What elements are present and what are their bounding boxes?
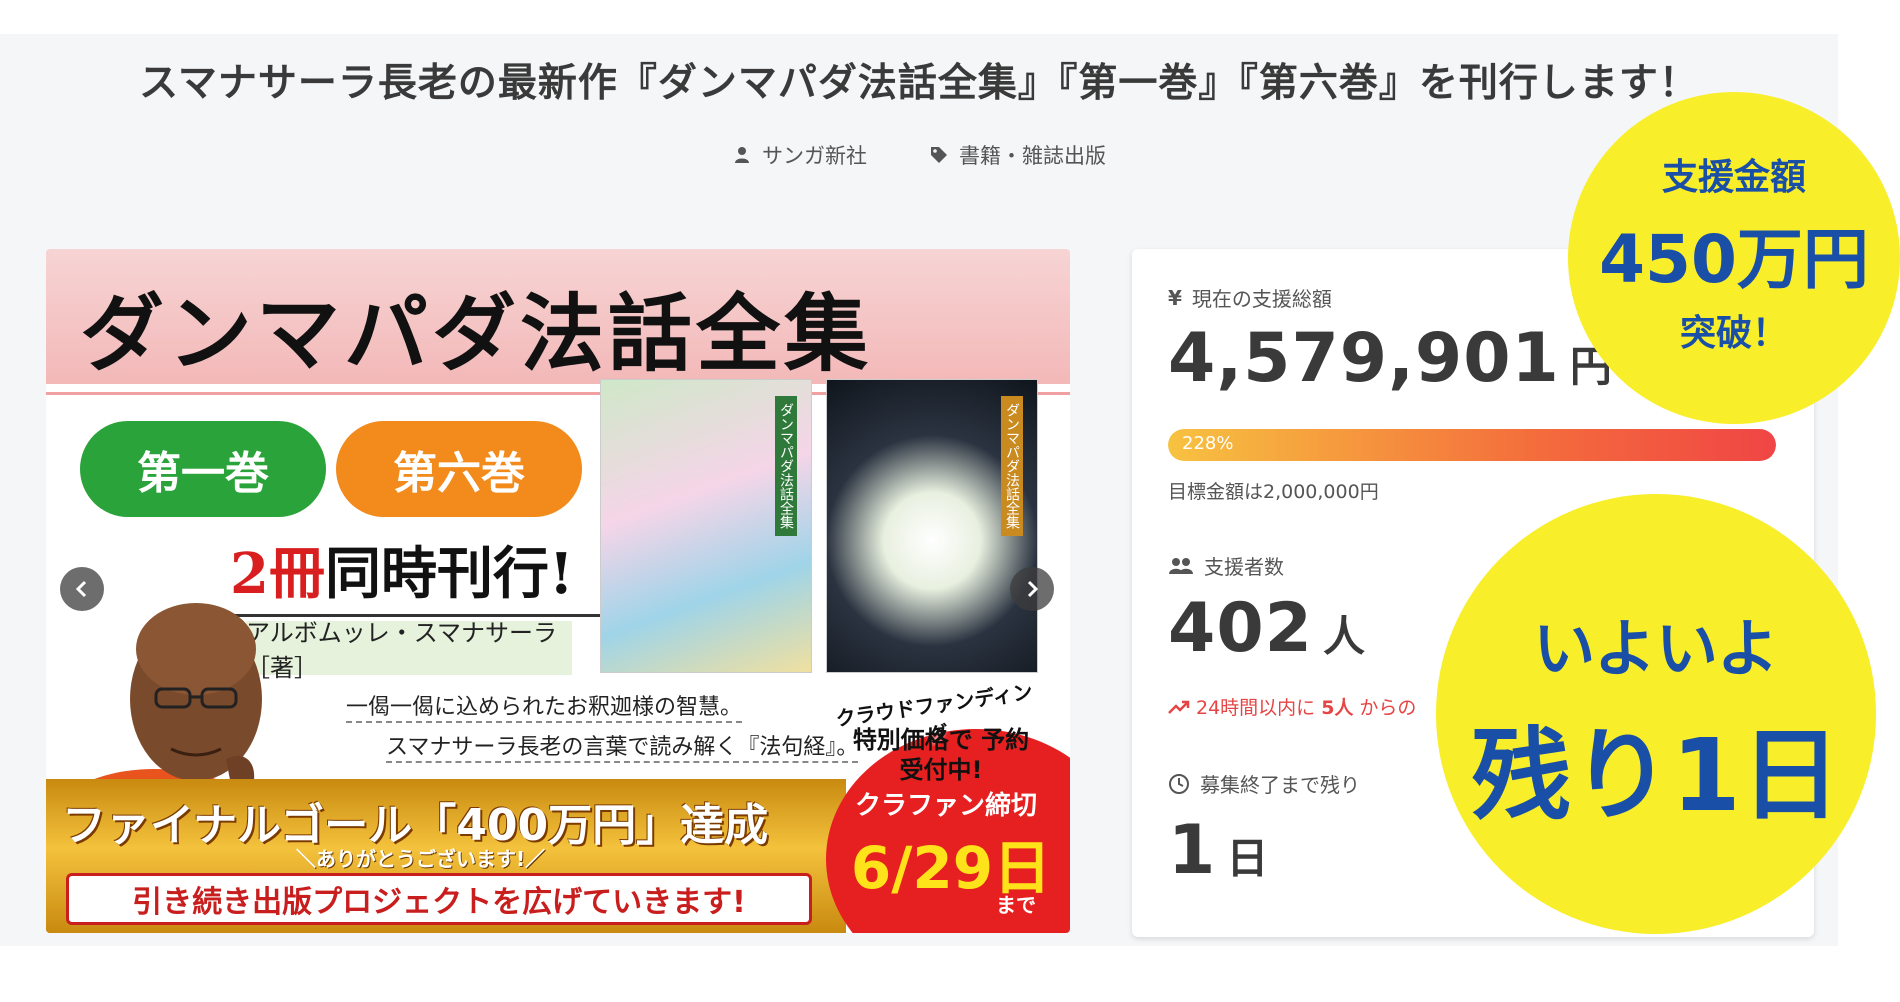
last-day-line1: いよいよ bbox=[1533, 612, 1779, 685]
total-value: 4,579,901 bbox=[1168, 319, 1560, 398]
total-amount: 4,579,901 円 bbox=[1168, 319, 1613, 398]
author-link[interactable]: サンガ新社 bbox=[732, 140, 867, 170]
remaining-days: 1日 bbox=[1168, 811, 1269, 890]
last-day-badge: いよいよ 残り1日 bbox=[1436, 494, 1876, 934]
last-day-line2: 残り1日 bbox=[1471, 717, 1841, 834]
remaining-unit: 日 bbox=[1226, 834, 1270, 883]
progress-fill bbox=[1168, 429, 1776, 461]
amount-badge-line1: 支援金額 bbox=[1661, 157, 1806, 198]
backers-unit: 人 bbox=[1322, 612, 1366, 661]
yen-icon: ¥ bbox=[1168, 285, 1182, 310]
total-label-row: ¥ 現在の支援総額 bbox=[1168, 283, 1332, 312]
project-meta: サンガ新社 書籍・雑誌出版 bbox=[0, 140, 1838, 170]
backers-label-row: 支援者数 bbox=[1168, 551, 1284, 580]
total-label: 現在の支援総額 bbox=[1191, 287, 1332, 311]
category-link[interactable]: 書籍・雑誌出版 bbox=[929, 140, 1106, 170]
recent-prefix: 24時間以内に bbox=[1196, 697, 1316, 719]
recent-count: 5人 bbox=[1321, 697, 1354, 719]
user-icon bbox=[735, 147, 749, 163]
recent-suffix: からの bbox=[1359, 697, 1417, 719]
tag-icon bbox=[931, 147, 947, 163]
special-price-text: 特別価格で 予約受付中! bbox=[852, 726, 1030, 784]
amount-badge: 支援金額 450万円 突破！ bbox=[1568, 92, 1900, 424]
book-cover-volume6: ダンマパダ法話全集 bbox=[826, 379, 1038, 673]
remaining-value: 1 bbox=[1168, 811, 1217, 890]
chevron-right-icon bbox=[1027, 580, 1039, 598]
remaining-label: 募集終了まで残り bbox=[1200, 773, 1360, 797]
volume6-badge: 第六巻 bbox=[336, 421, 582, 517]
thanks-text: ＼ありがとうございます!／ bbox=[296, 847, 546, 871]
book-cover-volume1: ダンマパダ法話全集 bbox=[600, 379, 812, 673]
backers-count: 402 人 bbox=[1168, 589, 1366, 668]
goal-amount-note: 目標金額は2,000,000円 bbox=[1168, 481, 1379, 503]
deadline-until: まで bbox=[996, 893, 1036, 917]
clock-icon bbox=[1169, 773, 1189, 794]
deadline-label: クラファン締切 bbox=[854, 791, 1037, 821]
users-icon bbox=[1169, 557, 1193, 574]
hero-tagline-1: 一偈一偈に込められたお釈迦様の智慧。 bbox=[346, 689, 743, 723]
continue-project-text: 引き続き出版プロジェクトを広げていきます! bbox=[66, 873, 812, 925]
category-name: 書籍・雑誌出版 bbox=[959, 144, 1106, 168]
amount-badge-line3: 突破！ bbox=[1679, 313, 1788, 354]
hero-title: ダンマパダ法話全集 bbox=[79, 284, 872, 383]
amount-badge-line2: 450万円 bbox=[1599, 221, 1869, 298]
carousel-prev-button[interactable] bbox=[60, 567, 104, 611]
remaining-label-row: 募集終了まで残り bbox=[1168, 769, 1360, 798]
backers-value: 402 bbox=[1168, 589, 1313, 668]
book1-spine-title: ダンマパダ法話全集 bbox=[775, 396, 797, 536]
backers-label: 支援者数 bbox=[1204, 555, 1284, 579]
carousel-next-button[interactable] bbox=[1010, 567, 1054, 611]
chevron-left-icon bbox=[75, 580, 87, 598]
author-name: サンガ新社 bbox=[762, 144, 867, 168]
book2-spine-title: ダンマパダ法話全集 bbox=[1001, 396, 1023, 536]
trend-up-icon bbox=[1168, 700, 1190, 714]
hero-tagline-2: スマナサーラ長老の言葉で読み解く『法句経』。 bbox=[386, 729, 859, 763]
recent-backers: 24時間以内に 5人 からの bbox=[1168, 693, 1416, 720]
hero-carousel[interactable]: ダンマパダ法話全集 第一巻 第六巻 2冊同時刊行! アルボムッレ・スマナサーラ［… bbox=[46, 249, 1070, 933]
project-title: スマナサーラ長老の最新作『ダンマパダ法話全集』『第一巻』『第六巻』を刊行します！ bbox=[139, 61, 1699, 106]
progress-percent: 228% bbox=[1182, 433, 1234, 454]
progress-bar: 228% bbox=[1168, 429, 1776, 461]
volume1-badge: 第一巻 bbox=[80, 421, 326, 517]
